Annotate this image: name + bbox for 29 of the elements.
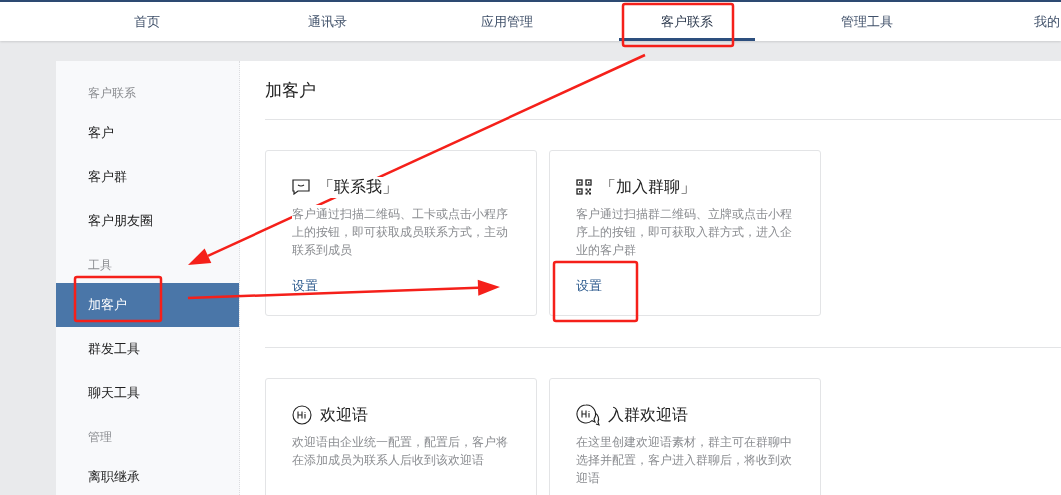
qr-code-icon: [576, 179, 592, 195]
sidebar-item[interactable]: 聊天工具: [56, 371, 239, 415]
card-description: 欢迎语由企业统一配置，配置后，客户将在添加成员为联系人后收到该欢迎语: [292, 433, 510, 469]
sidebar-item[interactable]: 离职继承: [56, 455, 239, 495]
sidebar-group-title: 管理: [87, 429, 113, 446]
settings-link[interactable]: 设置: [576, 277, 602, 295]
sidebar-item[interactable]: 群发工具: [56, 327, 239, 371]
settings-link[interactable]: 设置: [292, 277, 318, 295]
sidebar-group-title: 工具: [87, 257, 113, 274]
hi-chat-icon: [576, 404, 600, 426]
nav-tab[interactable]: 我的: [957, 2, 1061, 41]
page-title: 加客户: [265, 61, 1061, 120]
nav-tab[interactable]: 应用管理: [417, 2, 597, 41]
sidebar-item[interactable]: 加客户: [56, 283, 239, 327]
hi-icon: [292, 405, 312, 425]
nav-tab[interactable]: 客户联系: [597, 2, 777, 41]
card-description: 客户通过扫描群二维码、立牌或点击小程序上的按钮，即可获取入群方式，进入企业的客户群: [576, 205, 794, 259]
card-title: 入群欢迎语: [608, 404, 688, 426]
nav-tab[interactable]: 首页: [57, 2, 237, 41]
nav-tab[interactable]: 管理工具: [777, 2, 957, 41]
sidebar-item[interactable]: 客户朋友圈: [56, 199, 239, 243]
message-icon: [292, 179, 310, 195]
card-title: 欢迎语: [320, 404, 368, 426]
sidebar-item[interactable]: 客户: [56, 111, 239, 155]
nav-tab[interactable]: 通讯录: [237, 2, 417, 41]
sidebar-group-title: 客户联系: [87, 85, 137, 102]
card-description: 在这里创建欢迎语素材，群主可在群聊中选择并配置，客户进入群聊后，将收到欢迎语: [576, 433, 794, 487]
sidebar-item[interactable]: 客户群: [56, 155, 239, 199]
card-description: 客户通过扫描二维码、工卡或点击小程序上的按钮，即可获取成员联系方式，主动联系到成员: [292, 205, 510, 259]
